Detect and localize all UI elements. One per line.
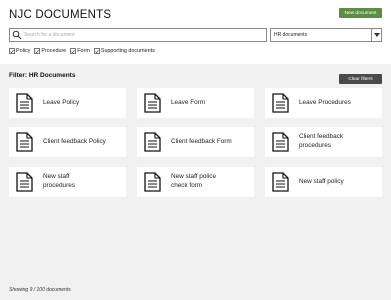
document-icon — [144, 93, 161, 113]
document-card[interactable]: New staff policy — [265, 167, 382, 197]
document-icon — [16, 93, 33, 113]
document-icon — [144, 132, 161, 152]
filter-heading: Filter: HR Documents — [9, 72, 76, 79]
document-card[interactable]: Client feedback Policy — [9, 127, 126, 157]
document-card[interactable]: Client feedback Form — [137, 127, 254, 157]
document-icon — [16, 172, 33, 192]
document-icon — [272, 132, 289, 152]
document-label: New staff policy — [299, 177, 344, 185]
clear-filters-button[interactable]: Clear filters — [339, 74, 382, 84]
checkbox-checked-icon[interactable] — [70, 48, 77, 54]
document-icon — [272, 93, 289, 113]
chevron-down-icon[interactable] — [371, 29, 381, 41]
document-label: Leave Form — [171, 98, 206, 106]
document-type-value: HR documents — [274, 32, 308, 38]
document-label: Leave Procedures — [299, 98, 351, 106]
checkbox-label: Supporting documents — [100, 48, 155, 54]
document-card[interactable]: Leave Form — [137, 88, 254, 118]
search-icon — [12, 30, 22, 40]
checkbox-supporting-documents[interactable]: Supporting documents — [93, 48, 155, 54]
checkbox-checked-icon[interactable] — [9, 48, 15, 54]
document-icon — [144, 172, 161, 192]
document-label: Leave Policy — [43, 98, 80, 106]
page-title: NJC DOCUMENTS — [9, 9, 112, 21]
checkbox-checked-icon[interactable] — [93, 48, 100, 54]
document-card[interactable]: New staff procedures — [9, 167, 126, 197]
checkbox-policy[interactable]: Policy — [9, 48, 30, 54]
header-bar: NJC DOCUMENTS New document Search for a … — [0, 0, 391, 64]
document-icon — [16, 132, 33, 152]
document-card[interactable]: Leave Procedures — [265, 88, 382, 118]
search-placeholder: Search for a document — [24, 32, 75, 38]
filter-checkboxes: Policy Procedure Form Supporting documen… — [9, 48, 159, 54]
document-card[interactable]: New staff police check form — [137, 167, 254, 197]
new-document-button[interactable]: New document — [339, 8, 382, 18]
document-label: New staff procedures — [43, 173, 75, 189]
document-card[interactable]: Client feedback procedures — [265, 127, 382, 157]
checkbox-procedure[interactable]: Procedure — [34, 48, 66, 54]
checkbox-checked-icon[interactable] — [34, 48, 41, 54]
document-card[interactable]: Leave Policy — [9, 88, 126, 118]
checkbox-label: Procedure — [41, 48, 67, 54]
results-count: Showing 9 / 100 documents — [9, 287, 71, 293]
document-label: New staff police check form — [171, 173, 216, 189]
search-input[interactable]: Search for a document — [9, 28, 267, 42]
checkbox-form[interactable]: Form — [70, 48, 90, 54]
document-icon — [272, 172, 289, 192]
checkbox-label: Form — [77, 48, 90, 54]
document-type-select[interactable]: HR documents — [270, 28, 382, 42]
document-label: Client feedback procedures — [299, 133, 344, 149]
checkbox-label: Policy — [16, 48, 31, 54]
document-label: Client feedback Form — [171, 137, 232, 145]
document-label: Client feedback Policy — [43, 137, 106, 145]
